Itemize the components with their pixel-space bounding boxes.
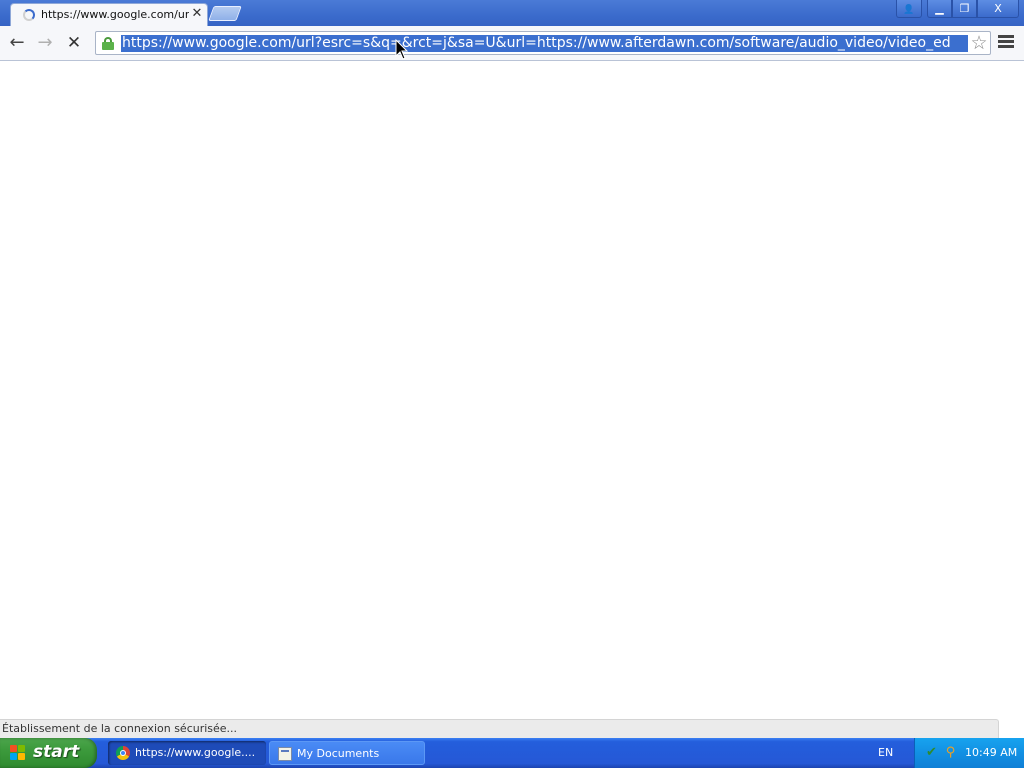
language-indicator[interactable]: EN: [878, 746, 893, 759]
mouse-cursor-icon: [395, 39, 409, 60]
chrome-icon: [116, 746, 130, 760]
back-arrow-icon: ←: [9, 32, 25, 53]
close-window-button[interactable]: X: [977, 0, 1019, 18]
browser-toolbar: ← → ✕ https://www.google.com/url?esrc=s&…: [0, 26, 1024, 61]
stop-button[interactable]: ✕: [62, 32, 86, 54]
taskbar-item-my-documents[interactable]: My Documents: [269, 741, 425, 765]
minimize-button[interactable]: ▁: [927, 0, 952, 18]
network-icon[interactable]: ✔: [924, 745, 939, 760]
tab-close-icon[interactable]: ✕: [190, 7, 204, 21]
system-tray: ✔ ⚲ 10:49 AM: [914, 738, 1024, 768]
tab-title: https://www.google.com/url: [41, 8, 189, 21]
profile-icon: 👤: [903, 5, 915, 15]
search-icon[interactable]: ⚲: [943, 745, 958, 760]
lock-icon[interactable]: [102, 37, 114, 50]
clock[interactable]: 10:49 AM: [965, 746, 1017, 759]
url-text[interactable]: https://www.google.com/url?esrc=s&q=&rct…: [121, 35, 968, 52]
status-bubble: Établissement de la connexion sécurisée.…: [0, 719, 999, 738]
stop-icon: ✕: [66, 33, 82, 53]
start-button[interactable]: start: [0, 738, 97, 768]
maximize-button[interactable]: ❐: [952, 0, 977, 18]
taskbar: start https://www.google.... My Document…: [0, 738, 1024, 768]
bookmark-star-icon[interactable]: ☆: [969, 33, 989, 53]
taskbar-item-label: My Documents: [297, 747, 380, 760]
start-label: start: [33, 742, 80, 762]
loading-spinner-icon: [23, 9, 35, 21]
forward-button[interactable]: →: [33, 32, 57, 54]
taskbar-item-label: https://www.google....: [135, 746, 256, 759]
back-button[interactable]: ←: [5, 32, 29, 54]
forward-arrow-icon: →: [37, 32, 53, 53]
folder-icon: [278, 747, 292, 761]
address-bar[interactable]: https://www.google.com/url?esrc=s&q=&rct…: [95, 31, 991, 55]
close-icon: X: [994, 2, 1002, 15]
browser-tab[interactable]: https://www.google.com/url ✕: [10, 3, 208, 26]
menu-icon[interactable]: [998, 35, 1014, 49]
taskbar-item-chrome[interactable]: https://www.google....: [108, 741, 266, 765]
restore-icon: ❐: [959, 2, 970, 15]
title-bar: https://www.google.com/url ✕ 👤 ▁ ❐ X: [0, 0, 1024, 26]
minimize-icon: ▁: [935, 2, 944, 15]
new-tab-button[interactable]: [208, 6, 242, 21]
page-content: [0, 62, 1024, 738]
windows-logo-icon: [10, 745, 27, 761]
profile-button[interactable]: 👤: [896, 0, 922, 18]
